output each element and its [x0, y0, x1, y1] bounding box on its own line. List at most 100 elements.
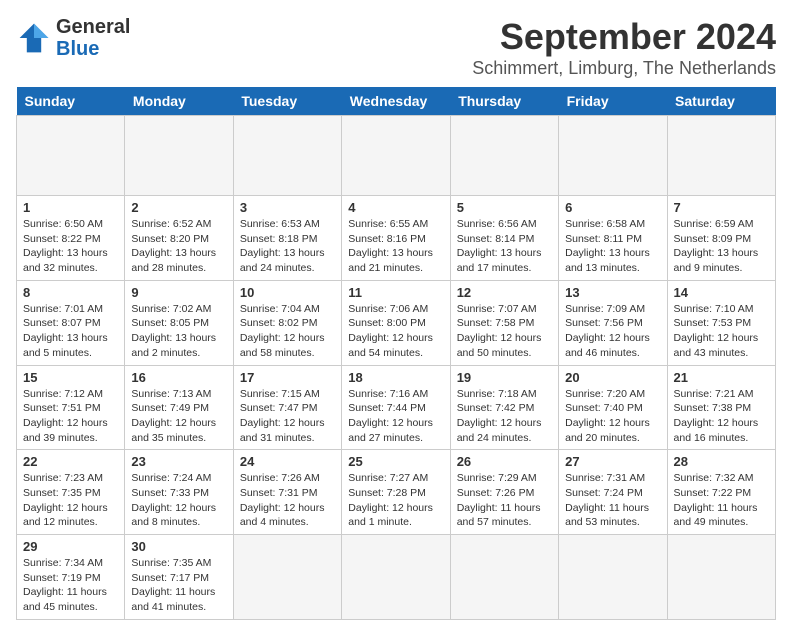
- day-cell: 9Sunrise: 7:02 AM Sunset: 8:05 PM Daylig…: [125, 280, 233, 365]
- day-info: Sunrise: 7:31 AM Sunset: 7:24 PM Dayligh…: [565, 471, 660, 530]
- week-row-4: 22 Sunrise: 7:23 AM Sunset: 7:35 PM Dayli…: [17, 450, 776, 535]
- day-number: 1: [23, 200, 118, 215]
- day-cell: 1 Sunrise: 6:50 AM Sunset: 8:22 PM Daylig…: [17, 196, 125, 281]
- col-header-friday: Friday: [559, 87, 667, 116]
- week-row-1: 1 Sunrise: 6:50 AM Sunset: 8:22 PM Daylig…: [17, 196, 776, 281]
- day-cell: 18 Sunrise: 7:16 AM Sunset: 7:44 PM Dayli…: [342, 365, 450, 450]
- day-number: 20: [565, 370, 660, 385]
- day-info: Sunrise: 7:18 AM Sunset: 7:42 PM Dayligh…: [457, 387, 552, 446]
- day-cell: 27 Sunrise: 7:31 AM Sunset: 7:24 PM Dayli…: [559, 450, 667, 535]
- month-title: September 2024: [472, 16, 776, 58]
- day-number: 25: [348, 454, 443, 469]
- day-cell: 28Sunrise: 7:32 AM Sunset: 7:22 PM Dayli…: [667, 450, 775, 535]
- day-cell: 24Sunrise: 7:26 AM Sunset: 7:31 PM Dayli…: [233, 450, 341, 535]
- day-number: 16: [131, 370, 226, 385]
- day-info: Sunrise: 7:15 AM Sunset: 7:47 PM Dayligh…: [240, 387, 335, 446]
- day-info: Sunrise: 6:53 AM Sunset: 8:18 PM Dayligh…: [240, 217, 335, 276]
- day-number: 8: [23, 285, 118, 300]
- day-number: 23: [131, 454, 226, 469]
- day-cell: 19 Sunrise: 7:18 AM Sunset: 7:42 PM Dayli…: [450, 365, 558, 450]
- day-cell: 20 Sunrise: 7:20 AM Sunset: 7:40 PM Dayli…: [559, 365, 667, 450]
- day-info: Sunrise: 7:02 AM Sunset: 8:05 PM Dayligh…: [131, 302, 226, 361]
- day-number: 6: [565, 200, 660, 215]
- day-info: Sunrise: 7:24 AM Sunset: 7:33 PM Dayligh…: [131, 471, 226, 530]
- day-info: Sunrise: 6:55 AM Sunset: 8:16 PM Dayligh…: [348, 217, 443, 276]
- day-number: 7: [674, 200, 769, 215]
- logo-icon: [16, 20, 52, 56]
- day-number: 14: [674, 285, 769, 300]
- day-info: Sunrise: 7:07 AM Sunset: 7:58 PM Dayligh…: [457, 302, 552, 361]
- col-header-thursday: Thursday: [450, 87, 558, 116]
- day-cell: [667, 116, 775, 196]
- day-number: 12: [457, 285, 552, 300]
- day-cell: 13 Sunrise: 7:09 AM Sunset: 7:56 PM Dayli…: [559, 280, 667, 365]
- day-cell: 29Sunrise: 7:34 AM Sunset: 7:19 PM Dayli…: [17, 535, 125, 620]
- day-info: Sunrise: 7:10 AM Sunset: 7:53 PM Dayligh…: [674, 302, 769, 361]
- day-number: 18: [348, 370, 443, 385]
- day-info: Sunrise: 6:50 AM Sunset: 8:22 PM Dayligh…: [23, 217, 118, 276]
- day-number: 27: [565, 454, 660, 469]
- day-cell: [450, 535, 558, 620]
- day-info: Sunrise: 7:12 AM Sunset: 7:51 PM Dayligh…: [23, 387, 118, 446]
- week-row-0: [17, 116, 776, 196]
- day-number: 13: [565, 285, 660, 300]
- title-area: September 2024 Schimmert, Limburg, The N…: [472, 16, 776, 79]
- day-cell: 16 Sunrise: 7:13 AM Sunset: 7:49 PM Dayli…: [125, 365, 233, 450]
- day-info: Sunrise: 7:35 AM Sunset: 7:17 PM Dayligh…: [131, 556, 226, 615]
- day-cell: [342, 535, 450, 620]
- day-number: 10: [240, 285, 335, 300]
- day-info: Sunrise: 7:13 AM Sunset: 7:49 PM Dayligh…: [131, 387, 226, 446]
- day-cell: [559, 535, 667, 620]
- day-cell: [125, 116, 233, 196]
- day-cell: 21 Sunrise: 7:21 AM Sunset: 7:38 PM Dayli…: [667, 365, 775, 450]
- day-info: Sunrise: 7:16 AM Sunset: 7:44 PM Dayligh…: [348, 387, 443, 446]
- day-info: Sunrise: 7:32 AM Sunset: 7:22 PM Dayligh…: [674, 471, 769, 530]
- header: General Blue September 2024 Schimmert, L…: [16, 16, 776, 79]
- col-header-sunday: Sunday: [17, 87, 125, 116]
- day-number: 24: [240, 454, 335, 469]
- col-header-saturday: Saturday: [667, 87, 775, 116]
- day-number: 17: [240, 370, 335, 385]
- day-info: Sunrise: 7:27 AM Sunset: 7:28 PM Dayligh…: [348, 471, 443, 530]
- day-cell: 8 Sunrise: 7:01 AM Sunset: 8:07 PM Daylig…: [17, 280, 125, 365]
- day-number: 5: [457, 200, 552, 215]
- day-cell: 4Sunrise: 6:55 AM Sunset: 8:16 PM Daylig…: [342, 196, 450, 281]
- day-cell: 11 Sunrise: 7:06 AM Sunset: 8:00 PM Dayli…: [342, 280, 450, 365]
- day-cell: [233, 116, 341, 196]
- day-info: Sunrise: 7:29 AM Sunset: 7:26 PM Dayligh…: [457, 471, 552, 530]
- day-number: 22: [23, 454, 118, 469]
- col-header-wednesday: Wednesday: [342, 87, 450, 116]
- day-info: Sunrise: 7:09 AM Sunset: 7:56 PM Dayligh…: [565, 302, 660, 361]
- day-number: 3: [240, 200, 335, 215]
- logo-text: General Blue: [56, 16, 130, 60]
- day-info: Sunrise: 6:52 AM Sunset: 8:20 PM Dayligh…: [131, 217, 226, 276]
- day-cell: 7Sunrise: 6:59 AM Sunset: 8:09 PM Daylig…: [667, 196, 775, 281]
- day-info: Sunrise: 7:20 AM Sunset: 7:40 PM Dayligh…: [565, 387, 660, 446]
- day-number: 19: [457, 370, 552, 385]
- day-number: 21: [674, 370, 769, 385]
- day-info: Sunrise: 7:01 AM Sunset: 8:07 PM Dayligh…: [23, 302, 118, 361]
- col-header-monday: Monday: [125, 87, 233, 116]
- day-cell: 26 Sunrise: 7:29 AM Sunset: 7:26 PM Dayli…: [450, 450, 558, 535]
- day-cell: 3 Sunrise: 6:53 AM Sunset: 8:18 PM Daylig…: [233, 196, 341, 281]
- day-cell: 15Sunrise: 7:12 AM Sunset: 7:51 PM Dayli…: [17, 365, 125, 450]
- day-cell: [559, 116, 667, 196]
- calendar-table: SundayMondayTuesdayWednesdayThursdayFrid…: [16, 87, 776, 620]
- day-cell: [667, 535, 775, 620]
- day-info: Sunrise: 6:56 AM Sunset: 8:14 PM Dayligh…: [457, 217, 552, 276]
- day-info: Sunrise: 7:21 AM Sunset: 7:38 PM Dayligh…: [674, 387, 769, 446]
- day-info: Sunrise: 7:06 AM Sunset: 8:00 PM Dayligh…: [348, 302, 443, 361]
- day-cell: 22 Sunrise: 7:23 AM Sunset: 7:35 PM Dayli…: [17, 450, 125, 535]
- col-header-tuesday: Tuesday: [233, 87, 341, 116]
- day-number: 2: [131, 200, 226, 215]
- day-number: 30: [131, 539, 226, 554]
- day-number: 11: [348, 285, 443, 300]
- week-row-5: 29Sunrise: 7:34 AM Sunset: 7:19 PM Dayli…: [17, 535, 776, 620]
- day-cell: 30 Sunrise: 7:35 AM Sunset: 7:17 PM Dayli…: [125, 535, 233, 620]
- day-info: Sunrise: 6:58 AM Sunset: 8:11 PM Dayligh…: [565, 217, 660, 276]
- day-info: Sunrise: 7:23 AM Sunset: 7:35 PM Dayligh…: [23, 471, 118, 530]
- day-cell: 2 Sunrise: 6:52 AM Sunset: 8:20 PM Daylig…: [125, 196, 233, 281]
- day-cell: 12 Sunrise: 7:07 AM Sunset: 7:58 PM Dayli…: [450, 280, 558, 365]
- day-number: 26: [457, 454, 552, 469]
- week-row-3: 15Sunrise: 7:12 AM Sunset: 7:51 PM Dayli…: [17, 365, 776, 450]
